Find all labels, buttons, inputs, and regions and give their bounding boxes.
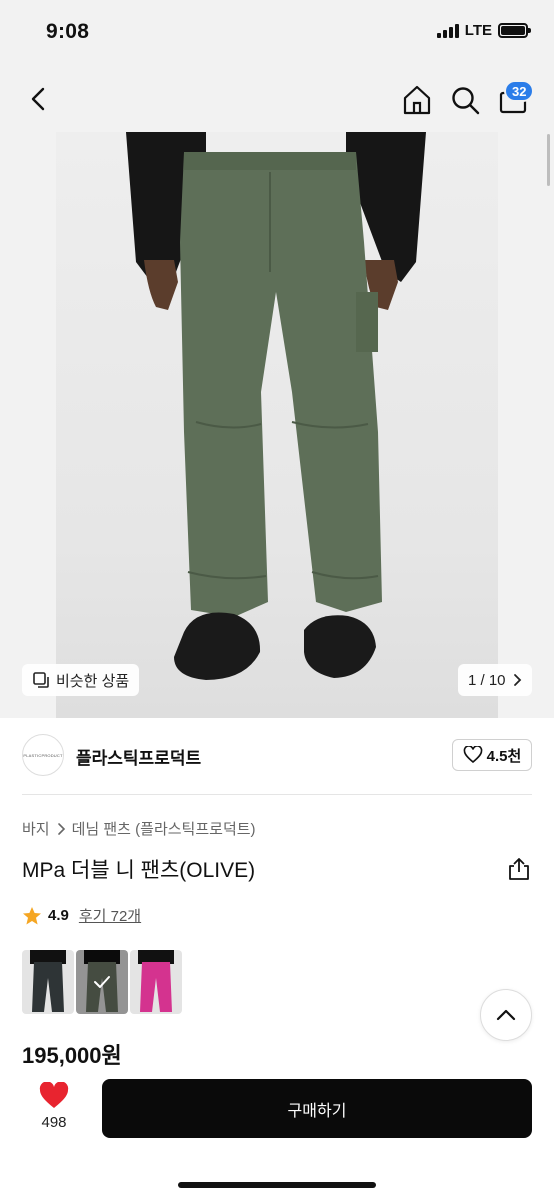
shop-logo-text: PLASTICPRODUCT [23,752,63,758]
copy-icon [33,672,49,688]
breadcrumb-item[interactable]: 데님 팬츠 (플라스틱프로덕트) [72,818,256,839]
rating-row: 4.9 후기 72개 [22,905,141,926]
buy-button[interactable]: 구매하기 [102,1079,532,1138]
signal-icon [436,23,459,38]
selected-overlay [76,950,128,1014]
pager-text: 1 / 10 [468,671,506,689]
breadcrumb: 바지 데님 팬츠 (플라스틱프로덕트) [22,818,256,839]
share-icon[interactable] [506,856,532,882]
checkmark-icon [94,976,110,988]
shop-row: PLASTICPRODUCT 플라스틱프로덕트 4.5천 [0,718,554,794]
home-indicator[interactable] [178,1182,376,1188]
chevron-up-icon [496,1009,516,1021]
similar-products-button[interactable]: 비슷한 상품 [22,664,140,696]
color-option-pink[interactable] [130,950,182,1014]
follow-button[interactable]: 4.5천 [452,739,532,771]
status-bar: 9:08 LTE [0,0,554,66]
product-photo [56,132,498,718]
thumb-pink-image [138,950,174,1012]
shop-name[interactable]: 플라스틱프로덕트 [76,744,201,769]
chevron-right-icon [57,822,65,835]
product-price: 195,000원 [22,1043,122,1068]
search-icon[interactable] [448,83,482,117]
color-option-olive[interactable] [76,950,128,1014]
product-title: MPa 더블 니 팬츠(OLIVE) [22,859,256,882]
heart-filled-icon [39,1082,69,1108]
star-icon [23,906,41,924]
status-time: 9:08 [46,20,90,43]
color-option-black[interactable] [22,950,74,1014]
scrollbar[interactable] [547,134,550,186]
scroll-to-top-button[interactable] [480,989,532,1041]
buy-button-label: 구매하기 [287,1102,347,1120]
model-pants-illustration [126,132,426,680]
cart-count-badge: 32 [504,80,535,102]
like-count: 498 [41,1114,67,1131]
divider [22,794,532,795]
battery-icon [498,23,531,38]
home-icon[interactable] [400,83,434,117]
review-link[interactable]: 후기 72개 [79,905,141,926]
chevron-right-icon [513,674,521,686]
color-options [22,950,182,1014]
thumb-black-image [30,950,66,1012]
rating-value: 4.9 [48,907,69,924]
back-icon[interactable] [24,84,54,114]
similar-products-label: 비슷한 상품 [56,672,130,690]
product-image-carousel[interactable] [0,132,554,718]
like-button[interactable]: 498 [22,1080,86,1138]
status-indicators: LTE [436,22,531,39]
follow-count: 4.5천 [486,747,522,765]
shop-logo[interactable]: PLASTICPRODUCT [22,734,64,776]
image-pager[interactable]: 1 / 10 [458,664,532,696]
nav-bar: 32 [0,66,554,132]
heart-outline-icon [463,746,482,764]
network-label: LTE [464,22,492,39]
breadcrumb-item[interactable]: 바지 [22,818,50,839]
